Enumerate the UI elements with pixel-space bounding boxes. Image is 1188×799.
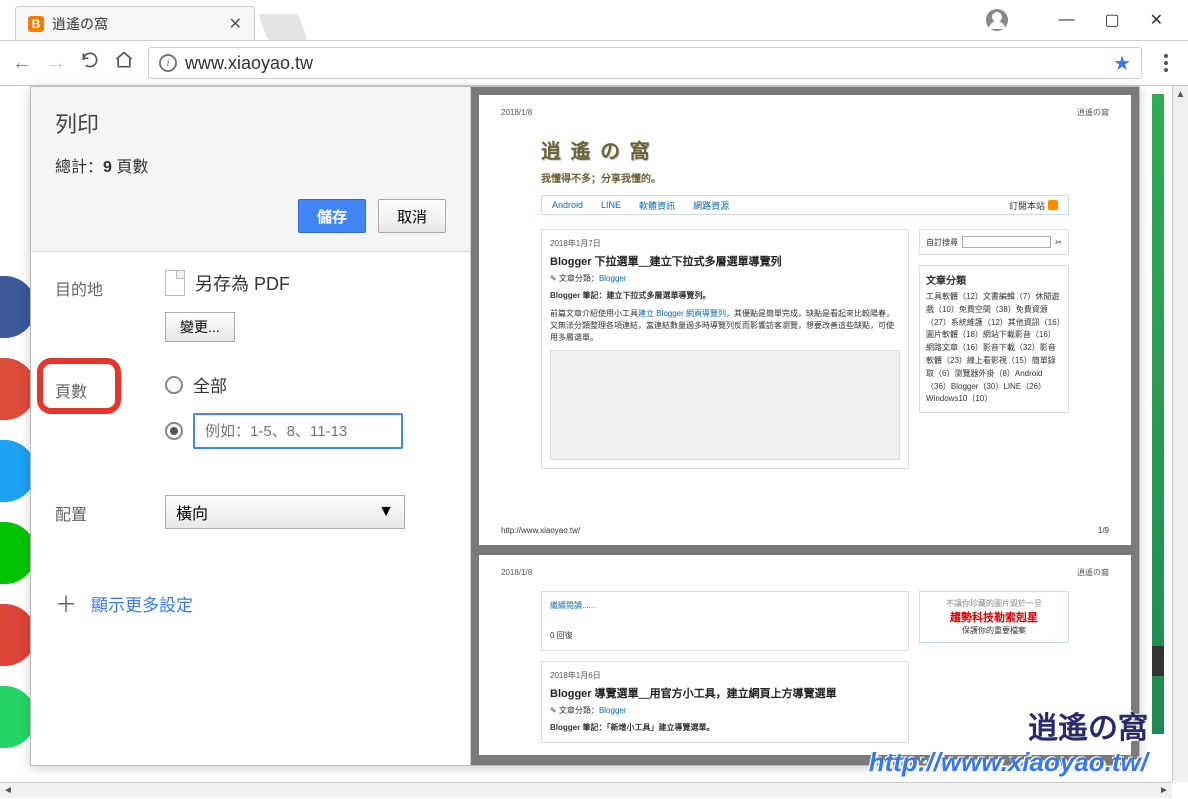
print-total: 總計：9 頁數	[55, 153, 446, 177]
plus-icon: ＋	[55, 587, 77, 619]
change-destination-button[interactable]: 變更...	[165, 312, 235, 342]
scroll-right-icon[interactable]: ►	[1156, 783, 1172, 799]
more-settings-toggle[interactable]: ＋ 顯示更多設定	[31, 577, 470, 629]
save-button[interactable]: 儲存	[298, 199, 366, 233]
preview-post: 2018年1月7日 Blogger 下拉選單＿建立下拉式多層選單導覽列 ✎ 文章…	[541, 229, 909, 469]
pages-all-label: 全部	[193, 372, 227, 397]
preview-date: 2018/1/8	[501, 108, 532, 117]
preview-page-1: 2018/1/8 逍遙の窩 逍 遙 の 窩 我懂得不多；分享我懂的。 Andro…	[479, 95, 1131, 545]
chrome-menu-button[interactable]	[1156, 54, 1176, 72]
chevron-down-icon: ▼	[378, 503, 394, 521]
pdf-file-icon	[165, 270, 185, 296]
highlight-annotation	[37, 358, 121, 414]
close-window-button[interactable]: ✕	[1150, 10, 1163, 30]
site-tagline: 我懂得不多；分享我懂的。	[541, 170, 1109, 185]
bookmark-star-icon[interactable]: ★	[1113, 51, 1131, 76]
destination-label: 目的地	[55, 270, 165, 300]
window-controls: — ▢ ✕	[986, 0, 1188, 40]
search-icon: ✂	[1055, 238, 1062, 247]
print-title: 列印	[55, 107, 446, 139]
destination-value: 另存為 PDF	[195, 270, 290, 296]
back-button[interactable]: ←	[12, 52, 32, 75]
cancel-button[interactable]: 取消	[378, 199, 446, 233]
preview-categories: 文章分類 工具軟體（12）文書編輯（7）休閒遊戲（10）免費空間（38）免費資源…	[919, 265, 1069, 413]
horizontal-scrollbar[interactable]: ◄ ►	[0, 782, 1172, 798]
layout-value: 橫向	[176, 500, 208, 524]
site-info-icon[interactable]: i	[159, 54, 177, 72]
blogger-favicon-icon: B	[28, 16, 44, 32]
url-field[interactable]: i www.xiaoyao.tw ★	[148, 47, 1142, 79]
layout-label: 配置	[55, 495, 165, 525]
preview-thumbnail	[550, 350, 900, 460]
pages-custom-radio[interactable]	[165, 422, 183, 440]
print-settings-panel: 列印 總計：9 頁數 儲存 取消 目的地 另存為 PDF	[31, 87, 471, 765]
background-decoration	[1152, 646, 1164, 676]
page-content: 列印 總計：9 頁數 儲存 取消 目的地 另存為 PDF	[0, 86, 1188, 798]
preview-footer-url: http://www.xiaoyao.tw/	[501, 526, 580, 535]
minimize-button[interactable]: —	[1058, 11, 1074, 29]
new-tab-button[interactable]	[258, 14, 307, 40]
preview-ad: 不讓你珍藏的圖片毀於一旦 趨勢科技勒索剋星 保護你的重要檔案	[919, 591, 1069, 643]
pages-range-input[interactable]	[193, 413, 403, 449]
preview-source: 逍遙の窩	[1077, 567, 1109, 578]
url-text: www.xiaoyao.tw	[185, 53, 1105, 74]
preview-page-2: 2018/1/8 逍遙の窩 繼續閱讀...... 0 回復 2018年1月6日 …	[479, 555, 1131, 755]
preview-search-box: 自訂搜尋✂	[919, 229, 1069, 255]
layout-select[interactable]: 橫向 ▼	[165, 495, 405, 529]
vertical-scrollbar[interactable]: ▲	[1172, 86, 1188, 782]
home-button[interactable]	[114, 50, 134, 76]
reload-button[interactable]	[80, 50, 100, 76]
tab-title: 逍遙の窩	[52, 14, 221, 34]
maximize-button[interactable]: ▢	[1104, 10, 1119, 30]
continue-reading-link: 繼續閱讀......	[550, 601, 595, 610]
scroll-up-icon[interactable]: ▲	[1173, 86, 1188, 102]
print-dialog: 列印 總計：9 頁數 儲存 取消 目的地 另存為 PDF	[30, 86, 1140, 766]
pages-all-radio[interactable]	[165, 376, 183, 394]
preview-date: 2018/1/8	[501, 568, 532, 577]
tab-close-icon[interactable]: ✕	[229, 14, 242, 34]
address-bar: ← → i www.xiaoyao.tw ★	[0, 40, 1188, 86]
print-preview-pane[interactable]: 2018/1/8 逍遙の窩 逍 遙 の 窩 我懂得不多；分享我懂的。 Andro…	[471, 87, 1139, 765]
rss-icon	[1048, 200, 1058, 210]
browser-tab[interactable]: B 逍遙の窩 ✕	[15, 6, 255, 40]
preview-nav: AndroidLINE軟體資訊網路資源 訂閱本站	[541, 195, 1069, 215]
forward-button[interactable]: →	[46, 52, 66, 75]
preview-page-number: 1/9	[1098, 526, 1109, 535]
user-avatar-icon[interactable]	[986, 9, 1008, 31]
preview-source: 逍遙の窩	[1077, 107, 1109, 118]
background-decoration	[1152, 94, 1164, 734]
scroll-left-icon[interactable]: ◄	[0, 783, 16, 799]
site-logo: 逍 遙 の 窩	[541, 135, 1109, 164]
